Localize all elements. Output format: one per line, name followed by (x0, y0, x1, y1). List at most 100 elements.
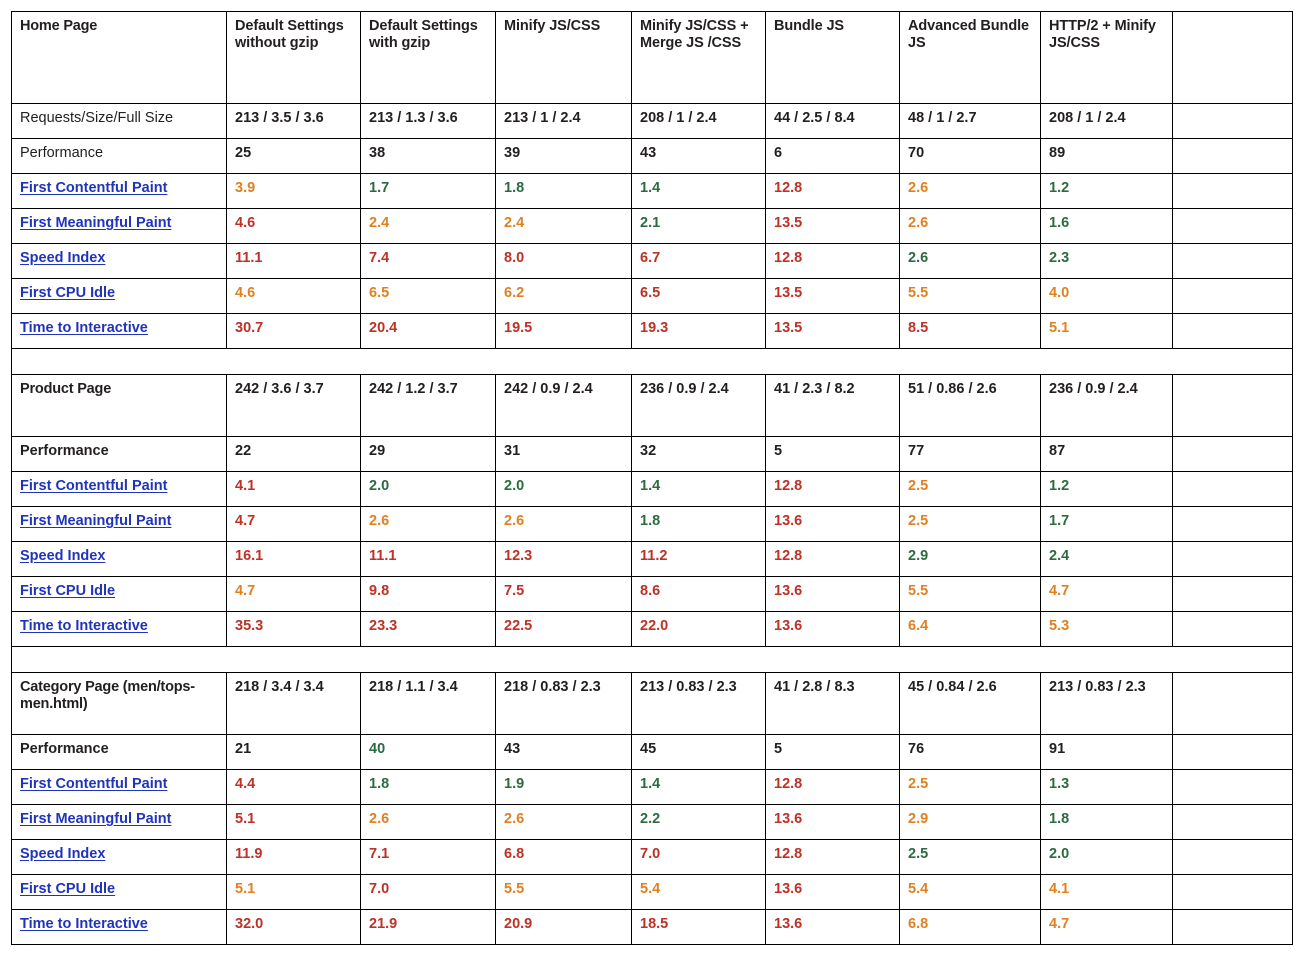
value-cell: 4.0 (1040, 278, 1173, 314)
trailing-empty-cell (1172, 436, 1293, 472)
metric-link-label[interactable]: First CPU Idle (20, 881, 115, 897)
value-cell: 12.8 (765, 839, 900, 875)
metric-link-label[interactable]: First CPU Idle (20, 285, 115, 301)
metric-label-cell[interactable]: Speed Index (11, 243, 227, 279)
metric-link-label[interactable]: First CPU Idle (20, 583, 115, 599)
value-cell: 4.4 (226, 769, 361, 805)
value-cell: 213 / 3.5 / 3.6 (226, 103, 361, 139)
trailing-empty-cell (1172, 804, 1293, 840)
trailing-empty-cell (1172, 611, 1293, 647)
value-cell: 4.7 (226, 506, 361, 542)
metric-label-cell[interactable]: Speed Index (11, 541, 227, 577)
metric-label-cell[interactable]: First CPU Idle (11, 576, 227, 612)
value-cell: 22 (226, 436, 361, 472)
metric-label-cell[interactable]: Speed Index (11, 839, 227, 875)
value-cell: 6.8 (899, 909, 1041, 945)
metric-link-label[interactable]: Time to Interactive (20, 618, 148, 634)
trailing-empty-cell (1172, 471, 1293, 507)
spacer-cell (631, 646, 766, 673)
value-cell: 13.6 (765, 611, 900, 647)
metric-link-label[interactable]: First Meaningful Paint (20, 215, 171, 231)
metric-link-label[interactable]: First Meaningful Paint (20, 513, 171, 529)
metric-label-cell[interactable]: First CPU Idle (11, 874, 227, 910)
value-cell: 25 (226, 138, 361, 174)
metric-label-cell[interactable]: First Meaningful Paint (11, 208, 227, 244)
value-cell: 13.6 (765, 576, 900, 612)
table-row: First CPU Idle 4.6 6.5 6.2 6.5 13.5 5.5 4.0 (11, 278, 1293, 314)
column-header-5: Bundle JS (765, 11, 900, 104)
value-cell: 1.7 (1040, 506, 1173, 542)
requests-size-cell: 242 / 0.9 / 2.4 (495, 374, 632, 437)
row-label-cell: Performance (11, 436, 227, 472)
value-cell: 32 (631, 436, 766, 472)
column-header-2: Default Settings with gzip (360, 11, 496, 104)
metric-link-label[interactable]: Time to Interactive (20, 916, 148, 932)
table-row: Speed Index 11.1 7.4 8.0 6.7 12.8 2.6 2.3 (11, 243, 1293, 279)
table-row: First CPU Idle 5.1 7.0 5.5 5.4 13.6 5.4 4.1 (11, 874, 1293, 910)
trailing-empty-cell (1172, 138, 1293, 174)
metric-link-label[interactable]: First Contentful Paint (20, 180, 167, 196)
metric-link-label[interactable]: Speed Index (20, 846, 105, 862)
table-body: Home Page Default Settings without gzip De… (11, 11, 1293, 945)
metric-link-label[interactable]: First Contentful Paint (20, 776, 167, 792)
value-cell: 35.3 (226, 611, 361, 647)
table-row: Time to Interactive 32.0 21.9 20.9 18.5 13.6 6… (11, 909, 1293, 945)
spacer-cell (495, 348, 632, 375)
value-cell: 43 (631, 138, 766, 174)
value-cell: 5 (765, 436, 900, 472)
value-cell: 91 (1040, 734, 1173, 770)
value-cell: 5.1 (1040, 313, 1173, 349)
requests-size-cell: 236 / 0.9 / 2.4 (631, 374, 766, 437)
value-cell: 6.2 (495, 278, 632, 314)
value-cell: 12.3 (495, 541, 632, 577)
requests-size-cell: 45 / 0.84 / 2.6 (899, 672, 1041, 735)
metric-link-label[interactable]: Speed Index (20, 548, 105, 564)
requests-size-cell: 41 / 2.3 / 8.2 (765, 374, 900, 437)
value-cell: 5.5 (899, 576, 1041, 612)
column-header-4: Minify JS/CSS + Merge JS /CSS (631, 11, 766, 104)
metric-label-cell[interactable]: First Contentful Paint (11, 471, 227, 507)
metric-link-label[interactable]: First Meaningful Paint (20, 811, 171, 827)
value-cell: 2.6 (360, 506, 496, 542)
value-cell: 43 (495, 734, 632, 770)
metric-link-label[interactable]: Speed Index (20, 250, 105, 266)
metric-label-cell[interactable]: First Meaningful Paint (11, 506, 227, 542)
metric-label-cell[interactable]: First CPU Idle (11, 278, 227, 314)
page-root: Home Page Default Settings without gzip De… (0, 0, 1302, 957)
value-cell: 1.2 (1040, 173, 1173, 209)
value-cell: 6.5 (631, 278, 766, 314)
value-cell: 8.6 (631, 576, 766, 612)
section-header-row: Product Page 242 / 3.6 / 3.7 242 / 1.2 / 3… (11, 374, 1293, 437)
requests-size-cell: 213 / 0.83 / 2.3 (631, 672, 766, 735)
spacer-cell (1040, 348, 1173, 375)
value-cell: 5.1 (226, 804, 361, 840)
value-cell: 39 (495, 138, 632, 174)
value-cell: 11.2 (631, 541, 766, 577)
value-cell: 1.8 (1040, 804, 1173, 840)
value-cell: 2.4 (495, 208, 632, 244)
value-cell: 7.0 (631, 839, 766, 875)
value-cell: 13.5 (765, 313, 900, 349)
metric-label-cell[interactable]: First Meaningful Paint (11, 804, 227, 840)
value-cell: 32.0 (226, 909, 361, 945)
value-cell: 2.6 (495, 804, 632, 840)
table-row: First Meaningful Paint 5.1 2.6 2.6 2.2 13.6 2.… (11, 804, 1293, 840)
value-cell: 11.1 (226, 243, 361, 279)
value-cell: 2.5 (899, 471, 1041, 507)
value-cell: 1.6 (1040, 208, 1173, 244)
table-row: First Meaningful Paint 4.7 2.6 2.6 1.8 13.6 2.… (11, 506, 1293, 542)
value-cell: 2.6 (495, 506, 632, 542)
value-cell: 45 (631, 734, 766, 770)
section-title-category-page: Category Page (men/tops-men.html) (11, 672, 227, 735)
metric-label-cell[interactable]: Time to Interactive (11, 909, 227, 945)
metric-label-cell[interactable]: Time to Interactive (11, 611, 227, 647)
metric-link-label[interactable]: Time to Interactive (20, 320, 148, 336)
metric-label-cell[interactable]: Time to Interactive (11, 313, 227, 349)
table-row: First CPU Idle 4.7 9.8 7.5 8.6 13.6 5.5 4.7 (11, 576, 1293, 612)
value-cell: 1.8 (495, 173, 632, 209)
value-cell: 4.1 (226, 471, 361, 507)
metric-label-cell[interactable]: First Contentful Paint (11, 769, 227, 805)
table-row: First Contentful Paint 3.9 1.7 1.8 1.4 12.8 2.… (11, 173, 1293, 209)
metric-label-cell[interactable]: First Contentful Paint (11, 173, 227, 209)
metric-link-label[interactable]: First Contentful Paint (20, 478, 167, 494)
